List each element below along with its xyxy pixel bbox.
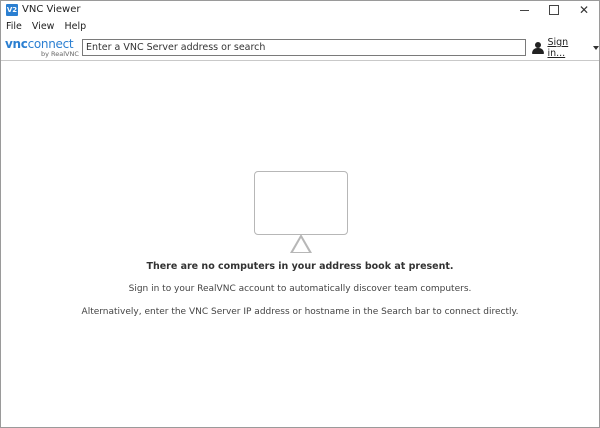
logo-connect: connect: [27, 37, 74, 51]
maximize-button[interactable]: [539, 1, 569, 19]
menu-view[interactable]: View: [27, 20, 60, 34]
user-icon: [532, 42, 544, 54]
title-bar[interactable]: V2 VNC Viewer ✕: [1, 1, 599, 19]
logo-wordmark: vncconnect: [5, 37, 74, 51]
menu-help[interactable]: Help: [59, 20, 91, 34]
monitor-icon: [254, 171, 348, 255]
window-controls: ✕: [509, 1, 599, 19]
empty-state-signin-hint: Sign in to your RealVNC account to autom…: [128, 284, 472, 294]
logo-byline: by RealVNC: [41, 50, 79, 58]
vnc-viewer-window: V2 VNC Viewer ✕ File View Help vncconnec…: [0, 0, 600, 428]
toolbar: vncconnect by RealVNC Sign in...: [1, 36, 599, 61]
window-title: VNC Viewer: [22, 4, 81, 15]
search-input[interactable]: [82, 39, 526, 56]
menu-bar: File View Help: [1, 20, 599, 34]
vnc-app-icon: V2: [6, 4, 18, 16]
close-button[interactable]: ✕: [569, 1, 599, 19]
address-book-area: There are no computers in your address b…: [1, 61, 599, 427]
minimize-button[interactable]: [509, 1, 539, 19]
close-icon: ✕: [578, 3, 590, 17]
maximize-icon: [549, 5, 559, 15]
logo-vnc: vnc: [5, 37, 28, 51]
empty-state-heading: There are no computers in your address b…: [146, 261, 454, 272]
vnc-connect-logo: vncconnect by RealVNC: [5, 37, 79, 59]
minimize-icon: [519, 9, 529, 11]
sign-in-label: Sign in...: [547, 37, 569, 59]
menu-file[interactable]: File: [1, 20, 27, 34]
chevron-down-icon[interactable]: [593, 46, 599, 50]
empty-state-search-hint: Alternatively, enter the VNC Server IP a…: [81, 307, 519, 317]
sign-in-button[interactable]: Sign in...: [532, 37, 599, 59]
